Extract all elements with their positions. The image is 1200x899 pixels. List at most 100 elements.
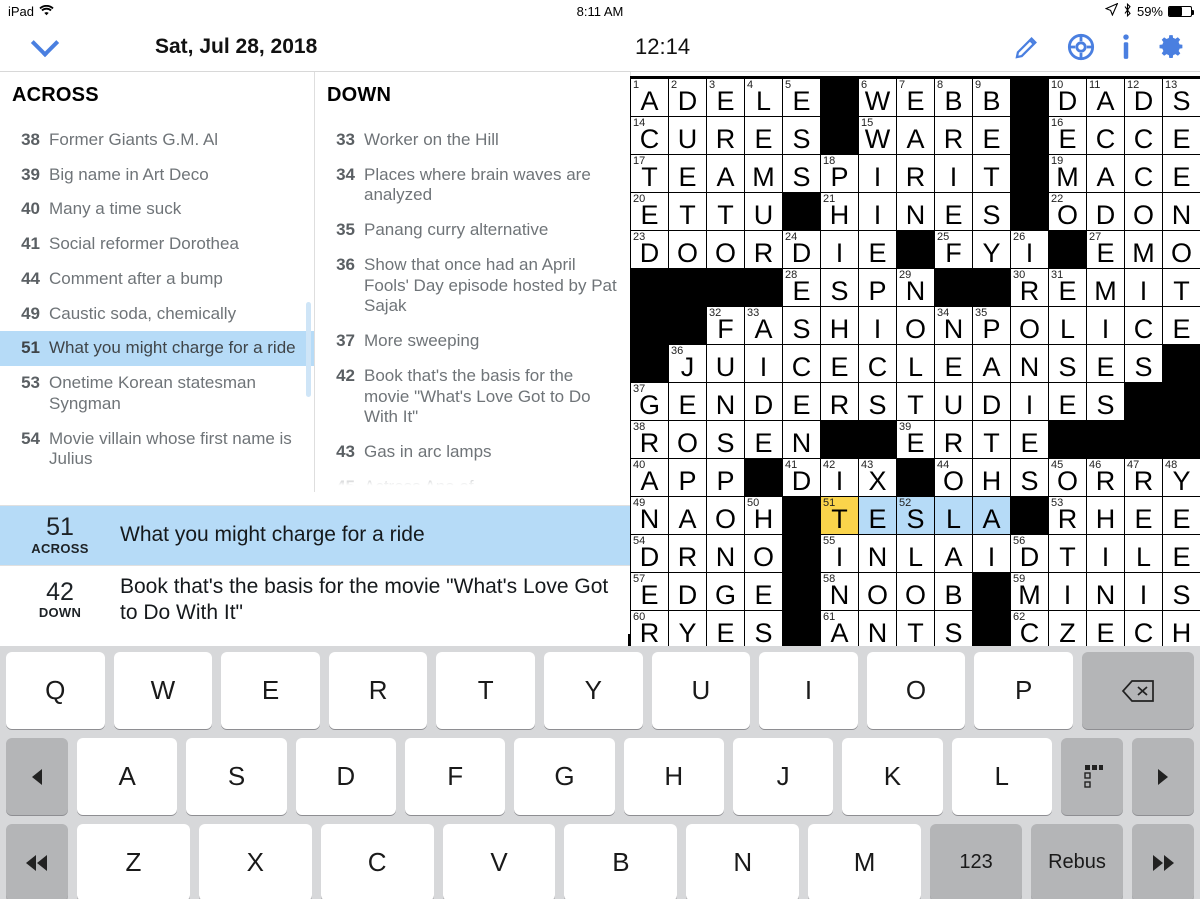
grid-cell[interactable]: 1A [631, 79, 668, 116]
grid-cell[interactable]: 13 S [1163, 79, 1200, 116]
grid-cell[interactable]: R [707, 117, 744, 154]
grid-cell[interactable]: T [897, 383, 934, 420]
grid-cell[interactable]: O [897, 573, 934, 610]
grid-cell[interactable]: 7E [897, 79, 934, 116]
grid-cell[interactable]: A [935, 535, 972, 572]
grid-cell[interactable]: E [1163, 535, 1200, 572]
across-clue-item[interactable]: 44 Comment after a bump [0, 262, 314, 297]
grid-cell[interactable]: 47 R [1125, 459, 1162, 496]
primary-clue-banner[interactable]: 51 ACROSS What you might charge for a ri… [0, 504, 630, 565]
grid-cell[interactable]: I [1087, 535, 1124, 572]
grid-cell[interactable]: 12 D [1125, 79, 1162, 116]
grid-cell[interactable]: I [859, 307, 896, 344]
secondary-clue-banner[interactable]: 42 DOWN Book that's the basis for the mo… [0, 564, 630, 634]
gear-icon[interactable] [1157, 32, 1186, 61]
grid-cell[interactable]: E [669, 155, 706, 192]
grid-cell[interactable]: 9B [973, 79, 1010, 116]
grid-cell[interactable]: O [669, 421, 706, 458]
grid-cell[interactable]: R [897, 155, 934, 192]
grid-cell[interactable]: 18 P [821, 155, 858, 192]
key-prev[interactable] [6, 738, 68, 815]
grid-cell[interactable]: O [1011, 307, 1048, 344]
grid-cell[interactable]: 32 F [707, 307, 744, 344]
key-c[interactable]: C [320, 824, 434, 899]
puzzle-timer[interactable]: 12:14 [635, 34, 690, 60]
grid-cell[interactable]: T [897, 611, 934, 648]
across-clue-column[interactable]: ACROSS 38 Former Giants G.M. Al 39 Big n… [0, 72, 315, 492]
grid-cell[interactable]: N [1163, 193, 1200, 230]
grid-cell[interactable]: O [897, 307, 934, 344]
grid-cell[interactable]: C [1125, 117, 1162, 154]
grid-cell[interactable]: I [859, 193, 896, 230]
grid-cell[interactable]: I [973, 535, 1010, 572]
grid-cell[interactable]: N [783, 421, 820, 458]
grid-cell[interactable]: E [935, 193, 972, 230]
grid-cell[interactable]: 30 R [1011, 269, 1048, 306]
grid-cell[interactable]: E [745, 573, 782, 610]
grid-cell-highlighted[interactable]: A [973, 497, 1010, 534]
grid-cell[interactable]: A [897, 117, 934, 154]
key-hide-keyboard[interactable] [1060, 738, 1123, 815]
key-x[interactable]: X [198, 824, 312, 899]
grid-cell[interactable]: 37 G [631, 383, 668, 420]
grid-cell[interactable]: E [1163, 307, 1200, 344]
grid-cell[interactable]: 21 H [821, 193, 858, 230]
grid-cell[interactable]: H [1163, 611, 1200, 648]
grid-cell[interactable]: E [745, 421, 782, 458]
grid-cell[interactable]: 35 P [973, 307, 1010, 344]
grid-cell[interactable]: 62 C [1011, 611, 1048, 648]
grid-cell[interactable]: 17 T [631, 155, 668, 192]
grid-cell[interactable]: O [669, 231, 706, 268]
grid-cell[interactable]: M [1087, 269, 1124, 306]
across-scroll-indicator[interactable] [306, 302, 311, 397]
grid-cell[interactable]: E [707, 611, 744, 648]
grid-cell[interactable]: 38 R [631, 421, 668, 458]
grid-cell[interactable]: 19 M [1049, 155, 1086, 192]
grid-cell[interactable]: S [821, 269, 858, 306]
grid-cell[interactable]: E [745, 117, 782, 154]
down-clue-item[interactable]: 45 Actress Ana of [315, 470, 630, 492]
grid-cell[interactable]: E [1163, 117, 1200, 154]
key-y[interactable]: Y [543, 652, 643, 729]
grid-cell[interactable]: T [669, 193, 706, 230]
down-clue-column[interactable]: DOWN 33 Worker on the Hill 34 Places whe… [315, 72, 630, 492]
grid-cell[interactable]: B [935, 573, 972, 610]
down-clue-item[interactable]: 35 Panang curry alternative [315, 213, 630, 248]
grid-cell[interactable]: C [1125, 155, 1162, 192]
grid-cell[interactable]: 11 A [1087, 79, 1124, 116]
grid-cell[interactable]: 60 R [631, 611, 668, 648]
crossword-grid[interactable]: 1 A 2 D 3 E 4 L 5 E 6 W 7 E 8 B 9 B 10 D 11 A 12 D 13 S 14 C U R E S 15 W… [628, 76, 1200, 651]
key-rebus[interactable]: Rebus [1031, 824, 1124, 899]
grid-cell[interactable]: 59 M [1011, 573, 1048, 610]
grid-cell[interactable]: 8B [935, 79, 972, 116]
grid-cell[interactable]: T [1049, 535, 1086, 572]
down-clue-item[interactable]: 37 More sweeping [315, 324, 630, 359]
down-clue-item[interactable]: 33 Worker on the Hill [315, 123, 630, 158]
grid-cell[interactable]: I [1125, 573, 1162, 610]
key-e[interactable]: E [221, 652, 320, 729]
down-clue-item[interactable]: 43 Gas in arc lamps [315, 435, 630, 470]
grid-cell[interactable]: E [1087, 611, 1124, 648]
grid-cell[interactable]: 33 A [745, 307, 782, 344]
grid-cell[interactable]: E [1049, 383, 1086, 420]
grid-cell[interactable]: E [973, 117, 1010, 154]
grid-cell[interactable]: 56 D [1011, 535, 1048, 572]
grid-cell[interactable]: N [859, 535, 896, 572]
across-clue-item[interactable]: 38 Former Giants G.M. Al [0, 123, 314, 158]
grid-cell[interactable]: P [859, 269, 896, 306]
grid-cell[interactable]: N [897, 193, 934, 230]
key-f[interactable]: F [404, 738, 506, 815]
grid-cell[interactable]: 34 N [935, 307, 972, 344]
pencil-icon[interactable] [1014, 33, 1041, 60]
grid-cell[interactable]: N [707, 535, 744, 572]
grid-cell[interactable]: Z [1049, 611, 1086, 648]
grid-cell[interactable]: 31 E [1049, 269, 1086, 306]
grid-cell[interactable]: Y [973, 231, 1010, 268]
grid-cell[interactable]: 50 H [745, 497, 782, 534]
grid-cell[interactable]: O [707, 497, 744, 534]
grid-cell[interactable]: S [935, 611, 972, 648]
collapse-clues-button[interactable] [0, 28, 90, 57]
across-clue-item[interactable]: 41 Social reformer Dorothea [0, 227, 314, 262]
grid-cell[interactable]: E [1087, 345, 1124, 382]
grid-cell[interactable]: 39 E [897, 421, 934, 458]
